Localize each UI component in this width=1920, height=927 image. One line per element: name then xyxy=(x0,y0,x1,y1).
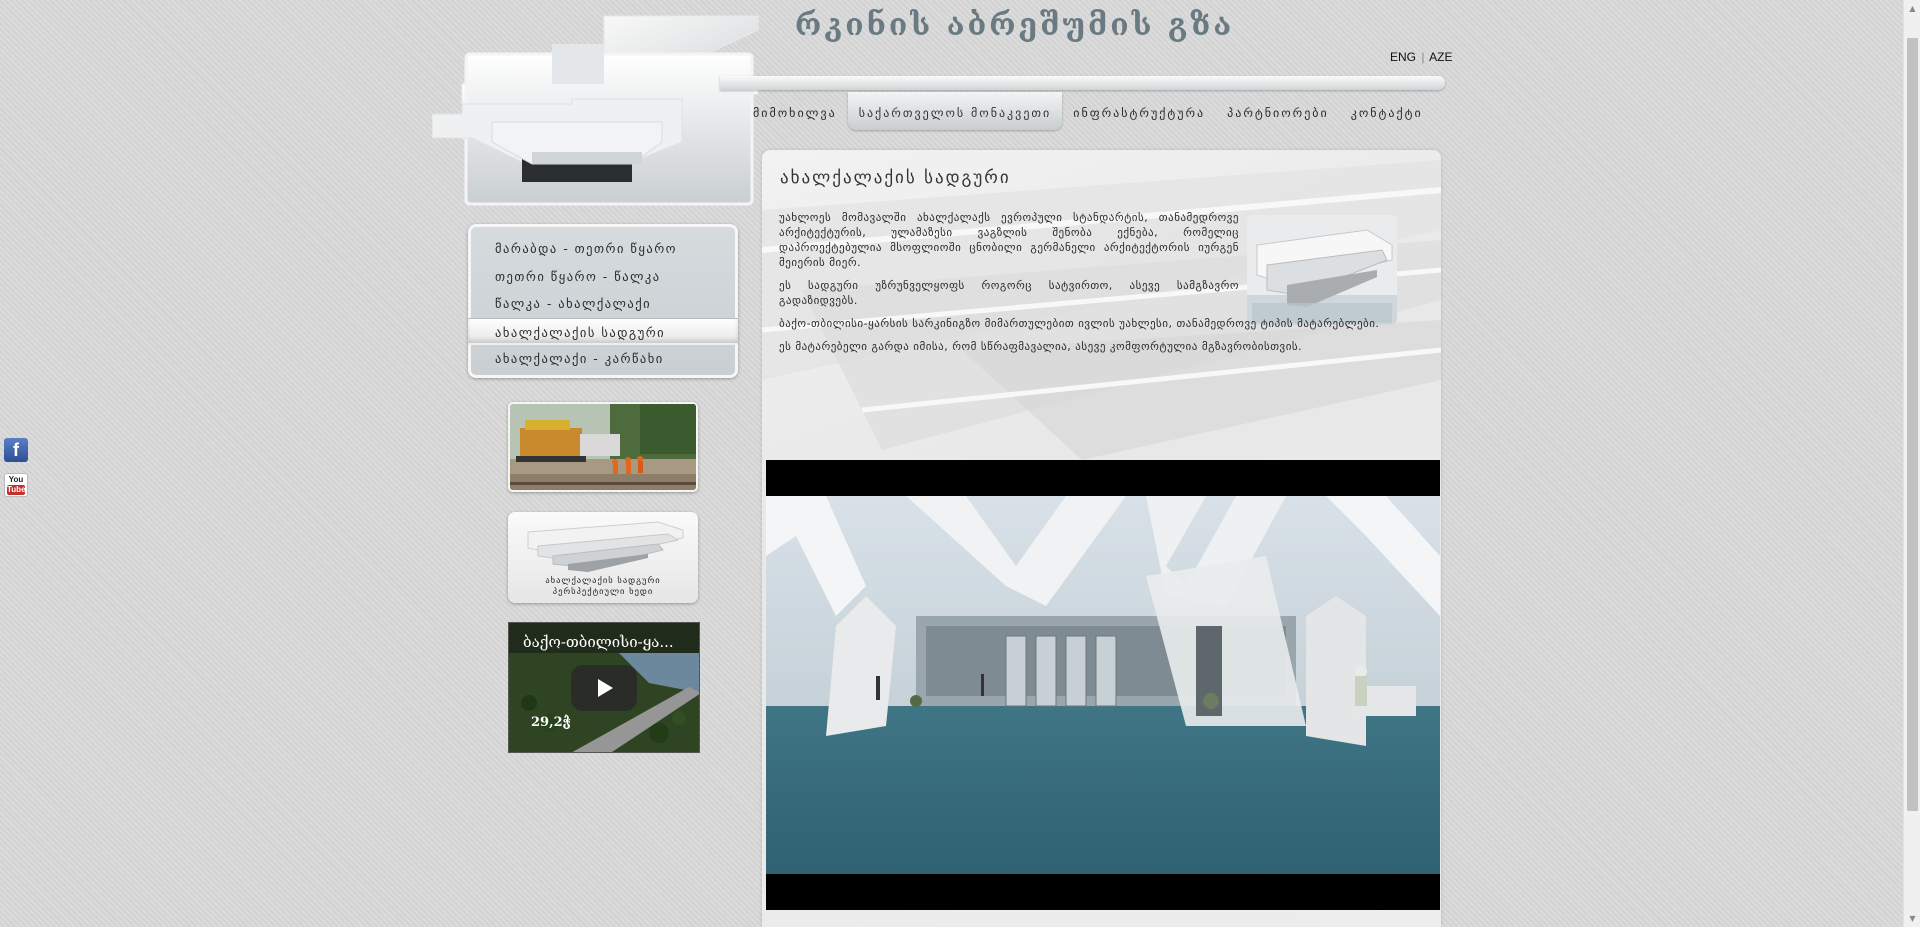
page-scrollbar[interactable]: ▲ ▼ xyxy=(1903,0,1920,927)
lang-eng-link[interactable]: ENG xyxy=(1390,50,1416,64)
site-title: რკინის აბრეშუმის გზა xyxy=(795,8,1235,43)
submenu-item-marabda-tetritskaro[interactable]: მარაბდა - თეთრი წყარო xyxy=(471,235,735,263)
site-logo[interactable] xyxy=(432,14,762,208)
station-perspective-link[interactable]: ახალქალაქის სადგური პერსპექტიული ხედი xyxy=(508,512,698,603)
content-paragraph-1: უახლოეს მომავალში ახალქალაქს ევროპული სტ… xyxy=(779,211,1239,269)
nav-item-partners[interactable]: პარტნიორები xyxy=(1216,92,1340,130)
submenu-item-akhalkalaki-station[interactable]: ახალქალაქის სადგური xyxy=(468,317,738,345)
video-player[interactable] xyxy=(766,460,1440,910)
scroll-thumb[interactable] xyxy=(1907,38,1918,811)
nav-item-contact[interactable]: კონტაქტი xyxy=(1340,92,1434,130)
section-submenu: მარაბდა - თეთრი წყარო თეთრი წყარო - წალკ… xyxy=(468,224,738,378)
main-nav: მიმოხილვა საქართველოს მონაკვეთი ინფრასტრ… xyxy=(742,92,1434,130)
content-title: ახალქალაქის სადგური xyxy=(780,168,1011,188)
station-caption-line-2: პერსპექტიული ხედი xyxy=(552,587,654,597)
scroll-down-icon[interactable]: ▼ xyxy=(1904,910,1920,927)
facebook-icon[interactable]: f xyxy=(4,438,28,462)
video-thumbnail-time: 29,2ჭ xyxy=(531,715,571,730)
station-perspective-caption: ახალქალაქის სადგური პერსპექტიული ხედი xyxy=(508,576,698,598)
scroll-up-icon[interactable]: ▲ xyxy=(1904,0,1920,17)
video-thumbnail-title: ბაქო-თბილისი-ყა... xyxy=(523,633,674,651)
language-switcher: ENG | AZE xyxy=(1390,50,1453,64)
content-paragraph-4: ეს მატარებელი გარდა იმისა, რომ სწრაფმავა… xyxy=(779,340,1303,353)
nav-item-overview[interactable]: მიმოხილვა xyxy=(742,92,848,130)
submenu-item-tsalka-akhalkalaki[interactable]: წალკა - ახალქალაქი xyxy=(471,290,735,318)
submenu-item-tetritskaro-tsalka[interactable]: თეთრი წყარო - წალკა xyxy=(471,263,735,291)
nav-item-infrastructure[interactable]: ინფრასტრუქტურა xyxy=(1062,92,1216,130)
content-paragraph-2: ეს სადგური უზრუნველყოფს როგორც სატვირთო,… xyxy=(779,279,1239,307)
content-body: უახლოეს მომავალში ახალქალაქს ევროპული სტ… xyxy=(779,210,1402,362)
station-caption-line-1: ახალქალაქის სადგური xyxy=(545,576,661,586)
youtube-icon-tube: Tube xyxy=(7,485,26,495)
lang-separator: | xyxy=(1421,50,1425,64)
facebook-icon-glyph: f xyxy=(13,440,19,460)
nav-item-georgian-section[interactable]: საქართველოს მონაკვეთი xyxy=(847,92,1063,130)
play-button[interactable] xyxy=(571,665,637,711)
lang-aze-link[interactable]: AZE xyxy=(1429,50,1452,64)
youtube-icon-you: You xyxy=(8,475,24,484)
submenu-item-akhalkalaki-kartsakhi[interactable]: ახალქალაქი - კარწახი xyxy=(471,345,735,373)
railway-construction-image xyxy=(510,404,696,490)
play-icon xyxy=(598,679,613,697)
railway-construction-photo[interactable] xyxy=(508,402,698,492)
youtube-icon[interactable]: You Tube xyxy=(4,473,28,497)
content-paragraph-3: ბაქო-თბილისი-ყარსის სარკინიგზო მიმართულე… xyxy=(779,317,1380,330)
video-thumbnail[interactable]: ბაქო-თბილისი-ყა... 29,2ჭ xyxy=(508,622,700,753)
station-render-image xyxy=(527,521,684,572)
station-interior-render xyxy=(766,496,1440,874)
header-bar xyxy=(720,76,1445,90)
video-frame[interactable] xyxy=(766,496,1440,874)
content-panel: ახალქალაქის სადგური უახლოეს მომავალში ახ… xyxy=(762,150,1441,927)
